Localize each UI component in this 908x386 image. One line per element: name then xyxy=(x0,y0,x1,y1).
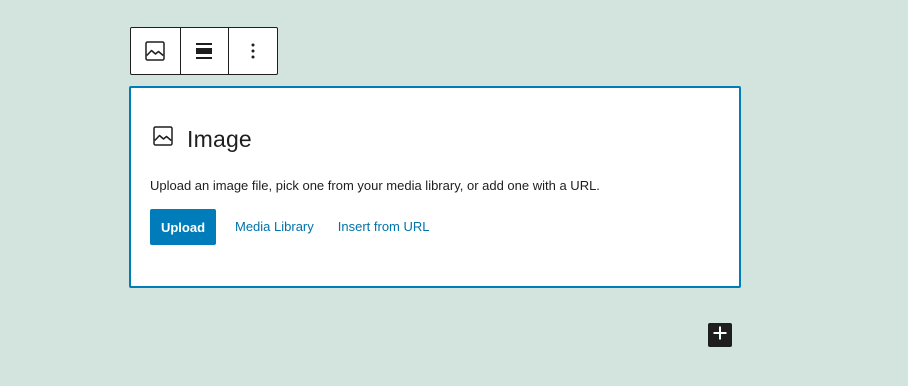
align-center-icon xyxy=(195,42,213,60)
block-title: Image xyxy=(187,126,252,152)
block-toolbar xyxy=(130,27,278,75)
block-header: Image xyxy=(151,126,252,152)
more-vertical-icon xyxy=(250,42,256,60)
image-block-placeholder[interactable]: Image Upload an image file, pick one fro… xyxy=(129,86,741,288)
plus-icon xyxy=(713,326,727,345)
block-inserter-button[interactable] xyxy=(708,323,732,347)
image-icon xyxy=(145,41,166,61)
align-button[interactable] xyxy=(179,28,229,74)
image-icon xyxy=(151,124,175,148)
insert-from-url-button[interactable]: Insert from URL xyxy=(338,209,430,245)
media-library-button[interactable]: Media Library xyxy=(235,209,314,245)
block-instructions: Upload an image file, pick one from your… xyxy=(150,178,600,193)
upload-button[interactable]: Upload xyxy=(150,209,216,245)
more-options-button[interactable] xyxy=(228,28,277,74)
block-actions: Upload Media Library Insert from URL xyxy=(150,209,430,245)
block-type-button[interactable] xyxy=(131,28,180,74)
